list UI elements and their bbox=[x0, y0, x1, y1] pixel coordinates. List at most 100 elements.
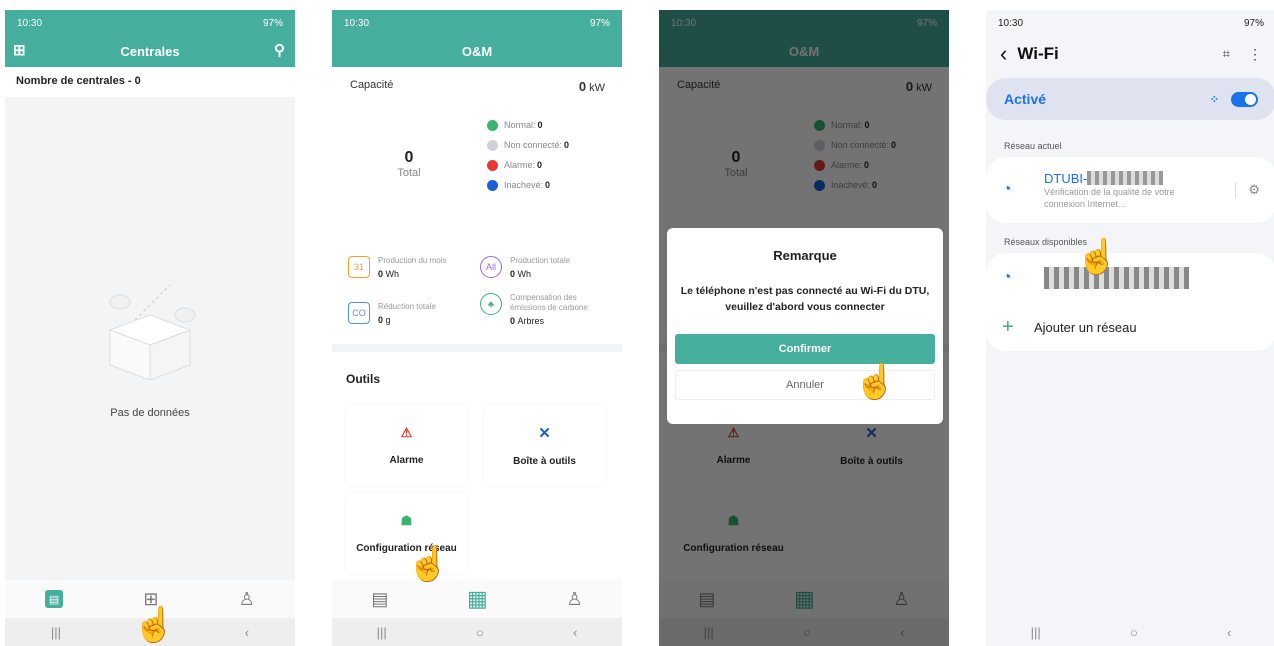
stat-unit: Wh bbox=[385, 269, 400, 279]
stat-label: Réduction totale bbox=[378, 302, 436, 311]
wifi-signal-icon: ◔ bbox=[1002, 269, 1012, 286]
tool-label: Alarme bbox=[389, 454, 424, 466]
legend-alarm: Alarme:0 bbox=[487, 155, 569, 175]
legend-label: Non connecté: bbox=[504, 140, 563, 150]
calendar-icon: 31 bbox=[348, 256, 370, 278]
back-icon[interactable]: ‹ bbox=[573, 625, 577, 640]
capacity-label: Capacité bbox=[350, 79, 394, 91]
empty-box-icon bbox=[90, 280, 210, 381]
legend-value: 0 bbox=[564, 140, 570, 150]
more-options-icon[interactable]: ⋮ bbox=[1248, 46, 1262, 63]
status-battery: 97% bbox=[1243, 17, 1264, 29]
screen-om-dialog: 10:30 97% O&M Capacité 0 kW 0 Total Norm… bbox=[659, 10, 949, 646]
confirm-button[interactable]: Confirmer bbox=[675, 334, 935, 364]
recents-icon[interactable]: ||| bbox=[1031, 625, 1041, 640]
header: 10:30 97% O&M bbox=[332, 10, 622, 67]
tab-plants-icon[interactable]: ▤ bbox=[45, 590, 64, 608]
current-network-info: DTUBI- Vérification de la qualité de vot… bbox=[1044, 171, 1235, 210]
tap-hand-icon: ☝ bbox=[407, 545, 450, 583]
stat-value-group: 0 Arbres bbox=[510, 316, 605, 326]
screen-centrales: 10:30 97% ⊞ Centrales ⚲ Nombre de centra… bbox=[5, 10, 295, 646]
notice-dialog: Remarque Le téléphone n'est pas connecté… bbox=[667, 228, 943, 424]
tree-icon: ♣ bbox=[480, 293, 502, 315]
stat-value: 0 bbox=[510, 316, 516, 326]
back-button[interactable]: ‹ bbox=[1000, 41, 1007, 67]
legend-value: 0 bbox=[537, 160, 543, 170]
tap-hand-icon: ☝ bbox=[854, 363, 897, 401]
tab-plants-icon[interactable]: ▤ bbox=[371, 589, 388, 610]
title-bar: ⊞ Centrales ⚲ bbox=[5, 36, 295, 67]
plus-icon: + bbox=[1002, 315, 1014, 338]
screen-om: 10:30 97% O&M Capacité 0 kW 0 Total Norm… bbox=[332, 10, 622, 646]
tool-toolbox[interactable]: ✕ Boîte à outils bbox=[484, 405, 605, 485]
capacity-unit: kW bbox=[589, 82, 605, 94]
page-title: Centrales bbox=[120, 44, 180, 59]
available-networks-list: ◔ + Ajouter un réseau bbox=[986, 253, 1274, 351]
legend-offline: Non connecté:0 bbox=[487, 135, 569, 155]
search-icon[interactable]: ⚲ bbox=[274, 41, 285, 61]
recents-icon[interactable]: ||| bbox=[377, 625, 387, 640]
wifi-header: ‹ Wi-Fi ⌗ ⋮ bbox=[986, 36, 1274, 72]
stat-unit: Wh bbox=[517, 269, 532, 279]
stat-total: All Production totale 0 Wh bbox=[480, 256, 570, 279]
header: 10:30 97% ⊞ Centrales ⚲ bbox=[5, 10, 295, 67]
status-bar: 10:30 97% bbox=[5, 10, 295, 36]
stat-reduction: CO Réduction totale 0 g bbox=[348, 302, 436, 325]
alarm-dot bbox=[487, 159, 498, 171]
recents-icon[interactable]: ||| bbox=[51, 625, 61, 640]
available-network-item[interactable]: ◔ bbox=[1002, 253, 1260, 303]
bottom-tabs: ▤ ▦ ♙ bbox=[332, 580, 622, 618]
available-networks-header: Réseaux disponibles bbox=[1004, 237, 1088, 247]
tool-alarm[interactable]: ⚠ Alarme bbox=[346, 405, 467, 485]
stat-label: Production totale bbox=[510, 256, 571, 265]
page-title: Wi-Fi bbox=[1017, 44, 1059, 63]
dialog-message: Le téléphone n'est pas connecté au Wi-Fi… bbox=[680, 285, 930, 313]
status-bar: 10:30 97% bbox=[332, 10, 622, 36]
tab-om-icon[interactable]: ▦ bbox=[467, 586, 488, 612]
toggle-knob bbox=[1245, 93, 1256, 105]
home-icon[interactable]: ○ bbox=[1130, 625, 1138, 640]
wifi-enabled-label: Activé bbox=[1004, 91, 1047, 107]
status-battery: 97% bbox=[589, 17, 610, 29]
plant-count: Nombre de centrales - 0 bbox=[5, 67, 295, 97]
tap-hand-icon: ☝ bbox=[1076, 238, 1119, 276]
redacted-ssid bbox=[1087, 171, 1164, 185]
status-legend: Normal:0 Non connecté:0 Alarme:0 Inachev… bbox=[487, 115, 569, 195]
stat-month: 31 Production du mois 0 Wh bbox=[348, 256, 446, 279]
network-settings-icon[interactable]: ⚙ bbox=[1235, 182, 1260, 198]
tab-profile-icon[interactable]: ♙ bbox=[239, 589, 255, 610]
current-network-item[interactable]: ◔ DTUBI- Vérification de la qualité de v… bbox=[986, 157, 1274, 223]
back-icon[interactable]: ‹ bbox=[1227, 625, 1231, 640]
legend-value: 0 bbox=[545, 180, 551, 190]
legend-incomplete: Inachevé:0 bbox=[487, 175, 569, 195]
system-nav: ||| ○ ‹ bbox=[332, 618, 622, 646]
wifi-toggle[interactable] bbox=[1231, 91, 1258, 107]
legend-normal: Normal:0 bbox=[487, 115, 569, 135]
legend-label: Inachevé: bbox=[504, 180, 544, 190]
tab-profile-icon[interactable]: ♙ bbox=[566, 589, 582, 610]
tools-title: Outils bbox=[346, 372, 381, 386]
alarm-icon: ⚠ bbox=[400, 424, 413, 440]
page-title: O&M bbox=[461, 44, 493, 59]
current-network-header: Réseau actuel bbox=[1004, 141, 1062, 151]
status-bar: 10:30 97% bbox=[986, 10, 1274, 36]
system-nav: ||| ○ ‹ bbox=[986, 618, 1274, 646]
legend-label: Normal: bbox=[504, 120, 536, 130]
add-plant-icon[interactable]: ⊞ bbox=[13, 41, 26, 61]
offline-dot bbox=[487, 139, 498, 151]
incomplete-dot bbox=[487, 179, 498, 191]
capacity-value-group: 0 kW bbox=[579, 79, 605, 94]
add-network-item[interactable]: + Ajouter un réseau bbox=[1002, 303, 1260, 351]
status-time: 10:30 bbox=[17, 17, 43, 29]
stat-label: Production du mois bbox=[378, 256, 447, 265]
tap-hand-icon: ☝ bbox=[133, 606, 176, 644]
back-icon[interactable]: ‹ bbox=[245, 625, 249, 640]
stat-carbon: ♣ Compensation des émissions de carbone 0… bbox=[480, 293, 605, 326]
home-icon[interactable]: ○ bbox=[476, 625, 484, 640]
status-battery: 97% bbox=[262, 17, 283, 29]
wifi-toggle-row[interactable]: Activé ⁘ bbox=[986, 78, 1274, 120]
qr-scan-icon[interactable]: ⌗ bbox=[1223, 46, 1230, 62]
network-name: DTUBI- bbox=[1044, 170, 1088, 186]
empty-text: Pas de données bbox=[110, 407, 190, 419]
stat-unit: Arbres bbox=[517, 316, 545, 326]
